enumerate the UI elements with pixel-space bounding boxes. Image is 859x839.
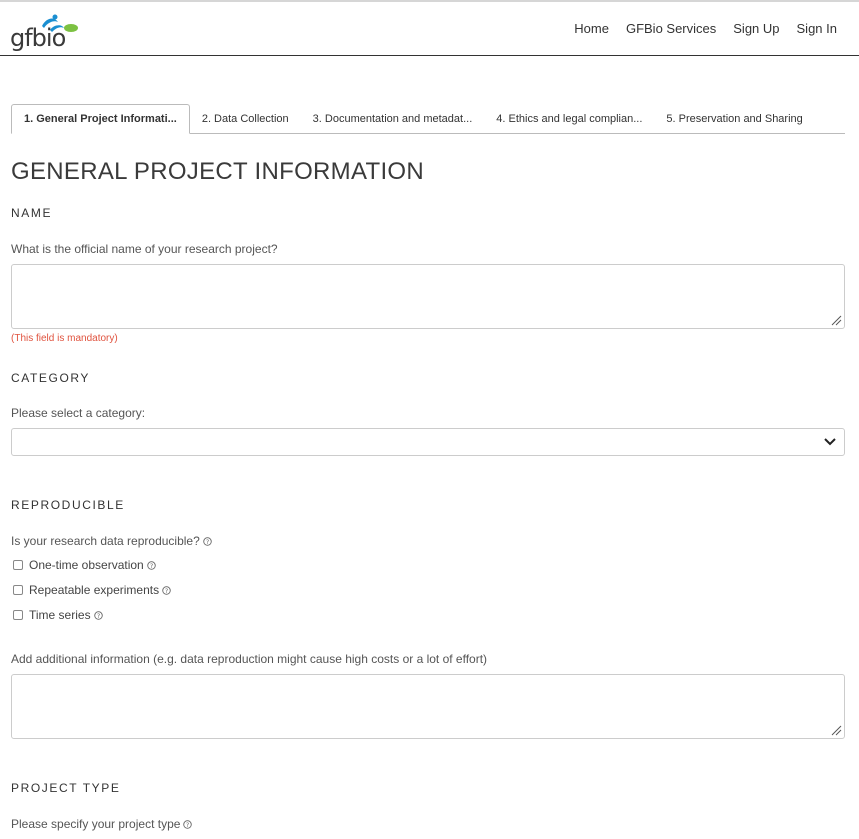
resize-grip-icon[interactable] [831,315,842,326]
gfbio-logo[interactable]: gfbio [10,12,90,52]
page-title: GENERAL PROJECT INFORMATION [11,158,425,185]
project-name-textarea[interactable] [11,264,845,329]
reproducible-question: Is your research data reproducible?? [11,534,212,548]
tab-general-project-information[interactable]: 1. General Project Informati... [11,104,190,134]
additional-info-label: Add additional information (e.g. data re… [11,652,488,666]
help-icon[interactable]: ? [203,537,212,546]
category-question: Please select a category: [11,406,146,420]
option-time-series[interactable]: Time series? [13,608,103,622]
project-type-section-title: PROJECT TYPE [11,781,121,795]
reproducible-question-text: Is your research data reproducible? [11,534,200,548]
option-label: Time series [29,608,91,622]
resize-grip-icon[interactable] [831,725,842,736]
help-icon[interactable]: ? [93,610,103,620]
tab-documentation-metadata[interactable]: 3. Documentation and metadat... [301,104,485,133]
nav-sign-in-link[interactable]: Sign In [797,21,837,36]
help-icon[interactable]: ? [183,820,193,829]
nav-sign-up-link[interactable]: Sign Up [733,21,779,36]
tab-preservation-sharing[interactable]: 5. Preservation and Sharing [654,104,814,133]
svg-text:?: ? [96,612,99,619]
option-label: Repeatable experiments [29,583,160,597]
svg-text:?: ? [165,587,168,594]
name-section-title: NAME [11,206,53,220]
svg-text:?: ? [150,562,153,569]
svg-text:?: ? [186,822,189,829]
category-section-title: CATEGORY [11,371,91,385]
option-repeatable-experiments[interactable]: Repeatable experiments? [13,583,171,597]
name-question: What is the official name of your resear… [11,242,278,256]
tab-ethics-legal-compliance[interactable]: 4. Ethics and legal complian... [484,104,654,133]
one-time-observation-checkbox[interactable] [13,560,23,570]
svg-text:?: ? [206,539,209,546]
option-one-time-observation[interactable]: One-time observation? [13,558,156,572]
nav-gfbio-services-link[interactable]: GFBio Services [626,21,716,36]
project-type-question-text: Please specify your project type [11,817,181,831]
main-nav: Home GFBio Services Sign Up Sign In [574,21,837,36]
time-series-checkbox[interactable] [13,610,23,620]
reproducible-section-title: REPRODUCIBLE [11,498,125,512]
logo-mark-icon [42,14,78,32]
help-icon[interactable]: ? [162,585,171,595]
repeatable-experiments-checkbox[interactable] [13,585,23,595]
additional-info-textarea[interactable] [11,674,845,739]
nav-home-link[interactable]: Home [574,21,609,36]
help-icon[interactable]: ? [147,560,156,570]
chevron-down-icon [824,438,836,446]
section-tabs: 1. General Project Informati... 2. Data … [11,104,845,134]
mandatory-note: (This field is mandatory) [11,333,118,344]
tab-data-collection[interactable]: 2. Data Collection [190,104,301,133]
option-label: One-time observation [29,558,144,572]
site-header: gfbio Home GFBio Services Sign Up Sign I… [0,2,859,56]
project-type-question: Please specify your project type? [11,817,193,831]
category-select[interactable] [11,428,845,456]
